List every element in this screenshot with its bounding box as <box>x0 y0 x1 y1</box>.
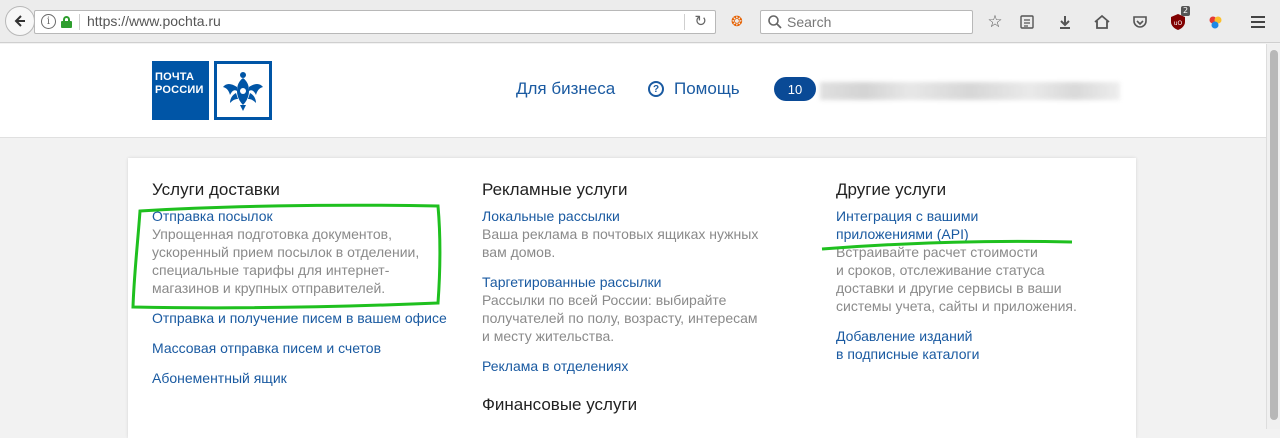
back-button[interactable] <box>5 6 35 36</box>
menu-hamburger-icon[interactable] <box>1248 12 1268 32</box>
service-desc-line: Упрощенная подготовка документов, <box>152 226 392 242</box>
info-icon[interactable]: i <box>41 14 56 29</box>
logo-line-2: РОССИИ <box>155 84 204 96</box>
service-link[interactable]: приложениями (API) <box>836 225 1077 243</box>
service-desc-line: специальные тарифы для интернет- <box>152 262 390 278</box>
svg-text:uO: uO <box>1174 20 1183 27</box>
service-desc-line: Ваша реклама в почтовых ящиках нужных <box>482 226 759 242</box>
service-link[interactable]: Отправка и получение писем в вашем офисе <box>152 309 447 327</box>
color-extension-icon[interactable] <box>1205 12 1225 32</box>
nav-help-link[interactable]: ? Помощь <box>648 79 740 99</box>
scroll-thumb[interactable] <box>1270 50 1278 420</box>
search-placeholder: Search <box>787 14 832 30</box>
service-link[interactable]: Таргетированные рассылки <box>482 273 758 291</box>
download-icon[interactable] <box>1055 12 1075 32</box>
page: ПОЧТА РОССИИ Для бизнеса ? Помощь 10 Усл… <box>0 44 1266 438</box>
service-desc-line: магазинов и крупных отправителей. <box>152 280 386 296</box>
site-header: ПОЧТА РОССИИ Для бизнеса ? Помощь 10 <box>0 44 1266 138</box>
service-desc-line: ускоренный прием посылок в отделении, <box>152 244 420 260</box>
search-icon <box>768 15 782 29</box>
search-bar[interactable]: Search <box>760 10 973 34</box>
service-desc-line: Рассылки по всей России: выбирайте <box>482 292 727 308</box>
url-bar[interactable]: i https://www.pochta.ru ↻ <box>34 10 716 34</box>
browser-toolbar: i https://www.pochta.ru ↻ ❂ Search ☆ uO … <box>0 0 1280 43</box>
column-heading: Услуги доставки <box>152 180 280 199</box>
service-link[interactable]: Абонементный ящик <box>152 369 447 387</box>
reload-separator <box>684 14 685 30</box>
eagle-emblem-icon[interactable] <box>214 61 272 120</box>
home-icon[interactable] <box>1092 12 1112 32</box>
column-other: Другие услуги Интеграция с вашими прилож… <box>836 158 1077 363</box>
question-icon: ? <box>648 81 664 97</box>
ublock-badge: 2 <box>1181 6 1191 16</box>
column-heading-financial: Финансовые услуги <box>482 395 638 414</box>
service-desc-line: и месту жительства. <box>482 328 615 344</box>
service-desc-line: Встраивайте расчет стоимости <box>836 244 1038 260</box>
column-heading: Другие услуги <box>836 180 947 199</box>
url-separator <box>79 14 80 30</box>
service-link[interactable]: Отправка посылок <box>152 207 447 225</box>
service-link[interactable]: Реклама в отделениях <box>482 357 758 375</box>
notification-badge[interactable]: 10 <box>774 77 816 101</box>
extension-fox-icon[interactable]: ❂ <box>731 14 743 30</box>
nav-business-link[interactable]: Для бизнеса <box>516 79 615 99</box>
blurred-user-info[interactable] <box>820 82 1120 100</box>
bookmark-star-icon[interactable]: ☆ <box>985 12 1005 32</box>
service-desc-line: системы учета, сайты и приложения. <box>836 298 1077 314</box>
service-link[interactable]: в подписные каталоги <box>836 345 1077 363</box>
reload-icon[interactable]: ↻ <box>694 12 707 30</box>
logo-line-1: ПОЧТА <box>155 71 195 83</box>
service-desc-line: доставки и другие сервисы в ваши <box>836 280 1062 296</box>
logo-text[interactable]: ПОЧТА РОССИИ <box>152 61 209 120</box>
service-desc-line: вам домов. <box>482 244 556 260</box>
services-card: Услуги доставки Отправка посылок Упрощен… <box>128 158 1136 438</box>
service-desc-line: получателей по полу, возрасту, интересам <box>482 310 758 326</box>
column-advertising: Рекламные услуги Локальные рассылки Ваша… <box>482 158 758 422</box>
service-link[interactable]: Добавление изданий <box>836 327 1077 345</box>
pocket-icon[interactable] <box>1130 12 1150 32</box>
service-link[interactable]: Интеграция с вашими <box>836 207 1077 225</box>
arrow-left-icon <box>14 15 25 27</box>
column-heading: Рекламные услуги <box>482 180 628 199</box>
page-scrollbar[interactable] <box>1266 44 1280 429</box>
lock-icon[interactable] <box>61 16 72 28</box>
reading-list-icon[interactable] <box>1017 12 1037 32</box>
column-delivery: Услуги доставки Отправка посылок Упрощен… <box>152 158 447 387</box>
nav-help-label: Помощь <box>674 79 740 98</box>
service-desc-line: и сроков, отслеживание статуса <box>836 262 1045 278</box>
service-link[interactable]: Массовая отправка писем и счетов <box>152 339 447 357</box>
service-link[interactable]: Локальные рассылки <box>482 207 758 225</box>
url-text[interactable]: https://www.pochta.ru <box>87 13 221 29</box>
